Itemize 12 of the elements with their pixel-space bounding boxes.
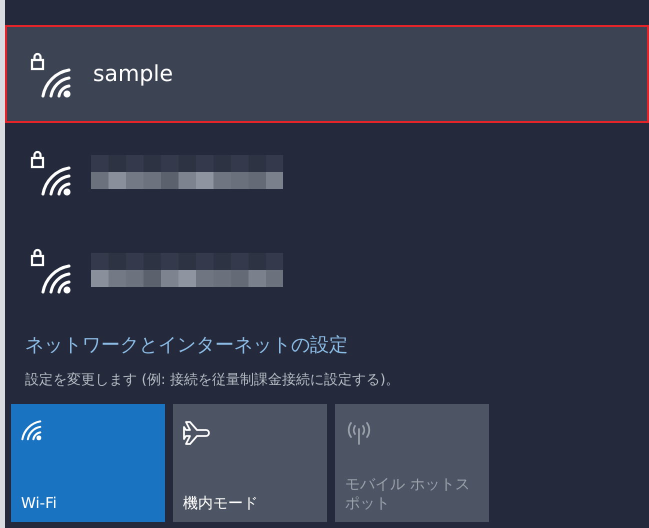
settings-description: 設定を変更します (例: 接続を従量制課金接続に設定する)。: [25, 370, 400, 390]
quick-action-tile[interactable]: 機内モード: [173, 404, 327, 522]
secured-wifi-icon: [29, 246, 73, 294]
secured-wifi-icon: [29, 50, 73, 98]
airplane-icon: [183, 420, 213, 446]
wifi-icon: [21, 420, 43, 442]
quick-action-tile[interactable]: Wi-Fi: [11, 404, 165, 522]
hotspot-icon: [345, 420, 373, 446]
settings-link[interactable]: ネットワークとインターネットの設定: [25, 331, 348, 360]
network-item[interactable]: sample: [5, 25, 649, 123]
secured-wifi-icon: [29, 148, 73, 196]
network-name: sample: [93, 60, 173, 88]
